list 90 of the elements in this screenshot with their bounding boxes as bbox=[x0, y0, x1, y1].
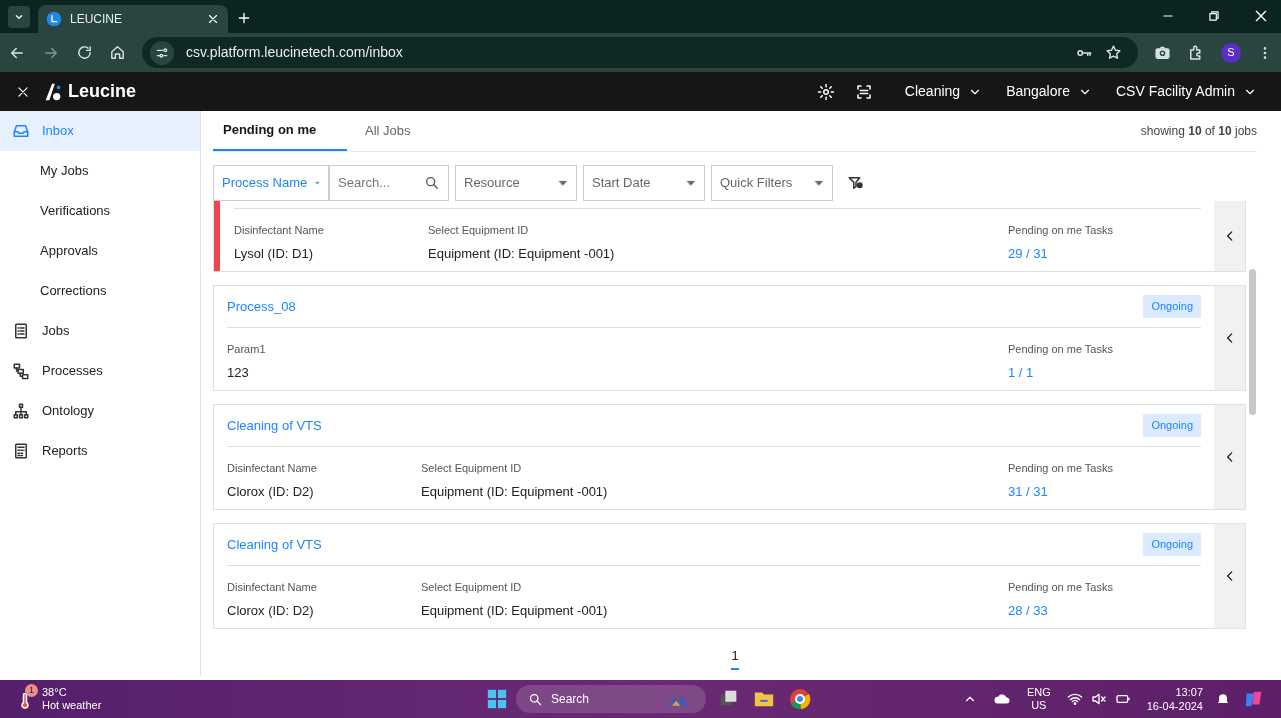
dropdown-icon bbox=[814, 178, 824, 188]
sidebar-item[interactable]: My Jobs bbox=[0, 151, 200, 191]
header-menu[interactable]: Cleaning bbox=[904, 81, 983, 102]
parameter-label: Pending on me Tasks bbox=[1008, 580, 1114, 595]
parameter-value: Equipment (ID: Equipment -001) bbox=[428, 244, 616, 263]
search-icon bbox=[424, 175, 440, 191]
filter-dropdown[interactable]: Quick Filters bbox=[711, 165, 833, 201]
sidebar-item[interactable]: Verifications bbox=[0, 191, 200, 231]
new-tab-icon[interactable] bbox=[236, 10, 252, 26]
notification-badge: 1 bbox=[25, 684, 38, 697]
parameter-label: Select Equipment ID bbox=[428, 223, 530, 238]
flowchart-icon bbox=[12, 362, 30, 380]
clock-date[interactable]: 16-04-2024 bbox=[1146, 699, 1203, 713]
site-icon bbox=[46, 11, 62, 27]
close-icon[interactable] bbox=[1253, 8, 1269, 24]
parameter-label: Select Equipment ID bbox=[421, 580, 523, 595]
brand-name: Leucine bbox=[68, 80, 137, 103]
checklist-icon bbox=[12, 322, 30, 340]
status-badge: Ongoing bbox=[1143, 533, 1201, 556]
scrollbar-thumb[interactable] bbox=[1249, 269, 1256, 415]
parameter-label: Disinfectant Name bbox=[234, 223, 325, 238]
tab-title: LEUCINE bbox=[70, 11, 123, 28]
close-icon[interactable] bbox=[16, 84, 30, 99]
task-count-link[interactable]: 1 / 1 bbox=[1008, 362, 1201, 382]
header-menu[interactable]: Bangalore bbox=[1006, 81, 1092, 102]
parameter-value: Clorox (ID: D2) bbox=[227, 601, 315, 620]
home-icon[interactable] bbox=[109, 44, 126, 61]
windows-start-icon[interactable] bbox=[486, 688, 508, 710]
close-icon[interactable] bbox=[206, 12, 220, 26]
reload-icon[interactable] bbox=[76, 44, 93, 61]
tab-list-icon[interactable] bbox=[8, 6, 30, 28]
task-count-link[interactable]: 31 / 31 bbox=[1008, 481, 1201, 501]
parameter-value: Lysol (ID: D1) bbox=[234, 244, 314, 263]
calculator-icon bbox=[12, 442, 30, 460]
page-button[interactable]: 1 bbox=[731, 645, 739, 671]
restore-icon[interactable] bbox=[1207, 9, 1221, 23]
star-icon[interactable] bbox=[1105, 44, 1122, 61]
parameter-label: Pending on me Tasks bbox=[1008, 223, 1114, 238]
task-count-link[interactable]: 28 / 33 bbox=[1008, 600, 1201, 620]
wifi-icon[interactable] bbox=[1066, 691, 1083, 707]
region-text[interactable]: US bbox=[1031, 699, 1047, 712]
tab[interactable]: All Jobs bbox=[355, 111, 421, 151]
parameter-value: 123 bbox=[227, 363, 250, 382]
filter-dropdown[interactable]: Process Name bbox=[213, 165, 329, 201]
inbox-icon bbox=[12, 122, 30, 140]
parameter-label: Disinfectant Name bbox=[227, 580, 318, 595]
job-title-link[interactable]: Process_08 bbox=[227, 296, 1144, 317]
settings-icon[interactable] bbox=[816, 82, 835, 101]
taskbar-search[interactable]: Search bbox=[516, 685, 706, 713]
sidebar-item[interactable]: Approvals bbox=[0, 231, 200, 271]
sidebar-item[interactable]: Jobs bbox=[0, 311, 200, 351]
sidebar-item[interactable]: Reports bbox=[0, 431, 200, 471]
profile-avatar[interactable]: S bbox=[1221, 42, 1241, 63]
filter-dropdown[interactable]: Start Date bbox=[583, 165, 705, 201]
filter-dropdown[interactable]: Resource bbox=[455, 165, 577, 201]
sidebar-item[interactable]: Processes bbox=[0, 351, 200, 391]
clear-filter-icon[interactable] bbox=[847, 174, 865, 192]
dropdown-icon bbox=[558, 178, 568, 188]
parameter-label: Select Equipment ID bbox=[421, 461, 523, 476]
dropdown-icon bbox=[686, 178, 696, 188]
camera-icon[interactable] bbox=[1154, 44, 1171, 61]
hierarchy-icon bbox=[12, 402, 30, 420]
weather-text: Hot weather bbox=[42, 699, 102, 712]
parameter-value: Clorox (ID: D2) bbox=[227, 482, 315, 501]
status-badge: Ongoing bbox=[1143, 295, 1201, 318]
tab[interactable]: Pending on me bbox=[213, 111, 347, 151]
header-menu[interactable]: CSV Facility Admin bbox=[1115, 81, 1257, 102]
results-count: showing 10 of 10 jobs bbox=[1140, 123, 1257, 140]
scan-icon[interactable] bbox=[854, 82, 873, 101]
site-settings-icon[interactable] bbox=[150, 40, 174, 65]
parameter-label: Param1 bbox=[227, 342, 267, 357]
muted-speaker-icon[interactable] bbox=[1090, 691, 1107, 707]
job-title-link[interactable]: Cleaning of VTS bbox=[227, 415, 1144, 436]
job-title-link[interactable]: Cleaning of VTS bbox=[227, 534, 1144, 555]
chrome-icon[interactable] bbox=[788, 687, 812, 711]
language-text[interactable]: ENG bbox=[1026, 686, 1051, 699]
sidebar-item[interactable]: Corrections bbox=[0, 271, 200, 311]
parameter-value: Equipment (ID: Equipment -001) bbox=[421, 482, 609, 501]
temperature-text: 38°C bbox=[42, 686, 68, 699]
status-badge: Ongoing bbox=[1143, 414, 1201, 437]
task-count-link[interactable]: 29 / 31 bbox=[1008, 243, 1201, 263]
parameter-value: Equipment (ID: Equipment -001) bbox=[421, 601, 609, 620]
parameter-label: Pending on me Tasks bbox=[1008, 461, 1114, 476]
search-icon bbox=[528, 691, 543, 707]
search-field[interactable]: Search... bbox=[329, 165, 449, 201]
parameter-label: Pending on me Tasks bbox=[1008, 342, 1114, 357]
parameter-label: Disinfectant Name bbox=[227, 461, 318, 476]
clock-time[interactable]: 13:07 bbox=[1175, 685, 1203, 699]
browser-tab[interactable]: LEUCINE bbox=[38, 5, 228, 33]
sidebar-item[interactable]: Ontology bbox=[0, 391, 200, 431]
